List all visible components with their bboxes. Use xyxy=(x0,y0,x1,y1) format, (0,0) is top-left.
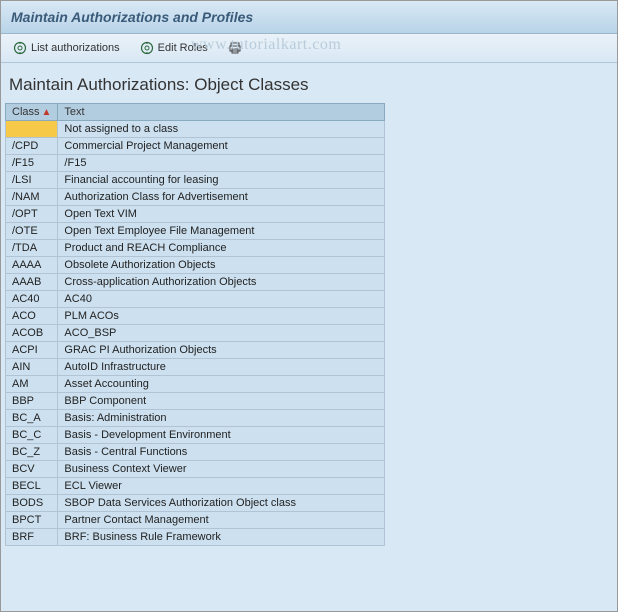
cell-class[interactable]: /OPT xyxy=(6,206,58,223)
toolbar-label: List authorizations xyxy=(31,42,120,54)
cell-text[interactable]: Open Text VIM xyxy=(58,206,385,223)
cell-class[interactable]: ACPI xyxy=(6,342,58,359)
table-row[interactable]: BRFBRF: Business Rule Framework xyxy=(6,529,385,546)
cell-text[interactable]: Cross-application Authorization Objects xyxy=(58,274,385,291)
cell-text[interactable]: Partner Contact Management xyxy=(58,512,385,529)
cell-class[interactable]: BPCT xyxy=(6,512,58,529)
cell-text[interactable]: PLM ACOs xyxy=(58,308,385,325)
table-row[interactable]: /OPTOpen Text VIM xyxy=(6,206,385,223)
title-bar: Maintain Authorizations and Profiles xyxy=(1,1,617,34)
execute-icon xyxy=(13,41,27,55)
app-window: Maintain Authorizations and Profiles Lis… xyxy=(0,0,618,612)
cell-class[interactable]: AM xyxy=(6,376,58,393)
table-row[interactable]: BPCTPartner Contact Management xyxy=(6,512,385,529)
table-row[interactable]: ACOBACO_BSP xyxy=(6,325,385,342)
cell-class[interactable]: BC_C xyxy=(6,427,58,444)
toolbar-label: Edit Roles xyxy=(158,42,208,54)
cell-class[interactable]: /OTE xyxy=(6,223,58,240)
cell-text[interactable]: AC40 xyxy=(58,291,385,308)
table-row[interactable]: /OTEOpen Text Employee File Management xyxy=(6,223,385,240)
table-row[interactable]: AC40AC40 xyxy=(6,291,385,308)
cell-text[interactable]: Authorization Class for Advertisement xyxy=(58,189,385,206)
cell-text[interactable]: AutoID Infrastructure xyxy=(58,359,385,376)
table-row[interactable]: /LSIFinancial accounting for leasing xyxy=(6,172,385,189)
cell-class[interactable]: /NAM xyxy=(6,189,58,206)
table-row[interactable]: BC_ABasis: Administration xyxy=(6,410,385,427)
table-row[interactable]: /TDAProduct and REACH Compliance xyxy=(6,240,385,257)
table-header-row: Class▲ Text xyxy=(6,104,385,121)
table-row[interactable]: BODSSBOP Data Services Authorization Obj… xyxy=(6,495,385,512)
cell-class[interactable]: /CPD xyxy=(6,138,58,155)
cell-class[interactable]: AIN xyxy=(6,359,58,376)
list-authorizations-button[interactable]: List authorizations xyxy=(7,38,126,58)
cell-text[interactable]: Business Context Viewer xyxy=(58,461,385,478)
cell-text[interactable]: Basis - Central Functions xyxy=(58,444,385,461)
cell-class[interactable]: BC_A xyxy=(6,410,58,427)
window-title: Maintain Authorizations and Profiles xyxy=(11,9,253,25)
cell-text[interactable]: Financial accounting for leasing xyxy=(58,172,385,189)
cell-text[interactable]: SBOP Data Services Authorization Object … xyxy=(58,495,385,512)
cell-text[interactable]: Open Text Employee File Management xyxy=(58,223,385,240)
table-row[interactable]: /F15/F15 xyxy=(6,155,385,172)
column-header-text[interactable]: Text xyxy=(58,104,385,121)
page-subtitle: Maintain Authorizations: Object Classes xyxy=(5,69,613,103)
cell-class[interactable]: BCV xyxy=(6,461,58,478)
cell-class[interactable]: BRF xyxy=(6,529,58,546)
cell-text[interactable]: BRF: Business Rule Framework xyxy=(58,529,385,546)
cell-text[interactable]: ACO_BSP xyxy=(58,325,385,342)
cell-class[interactable]: BBP xyxy=(6,393,58,410)
execute-icon xyxy=(140,41,154,55)
object-classes-table[interactable]: Class▲ Text Not assigned to a class/CPDC… xyxy=(5,103,385,546)
cell-class[interactable]: ACOB xyxy=(6,325,58,342)
cell-text[interactable]: Commercial Project Management xyxy=(58,138,385,155)
cell-text[interactable]: Obsolete Authorization Objects xyxy=(58,257,385,274)
table-row[interactable]: /NAMAuthorization Class for Advertisemen… xyxy=(6,189,385,206)
table-row[interactable]: BBPBBP Component xyxy=(6,393,385,410)
cell-class[interactable]: BODS xyxy=(6,495,58,512)
cell-class[interactable]: /LSI xyxy=(6,172,58,189)
table-row[interactable]: BECLECL Viewer xyxy=(6,478,385,495)
table-row[interactable]: AMAsset Accounting xyxy=(6,376,385,393)
cell-text[interactable]: Basis - Development Environment xyxy=(58,427,385,444)
table-row[interactable]: ACPIGRAC PI Authorization Objects xyxy=(6,342,385,359)
print-button[interactable] xyxy=(222,38,248,58)
cell-text[interactable]: GRAC PI Authorization Objects xyxy=(58,342,385,359)
cell-text[interactable]: /F15 xyxy=(58,155,385,172)
cell-class[interactable]: BECL xyxy=(6,478,58,495)
table-row[interactable]: AAABCross-application Authorization Obje… xyxy=(6,274,385,291)
cell-class[interactable]: AAAB xyxy=(6,274,58,291)
cell-text[interactable]: Product and REACH Compliance xyxy=(58,240,385,257)
cell-text[interactable]: ECL Viewer xyxy=(58,478,385,495)
cell-class[interactable]: /F15 xyxy=(6,155,58,172)
table-row[interactable]: /CPDCommercial Project Management xyxy=(6,138,385,155)
edit-roles-button[interactable]: Edit Roles xyxy=(134,38,214,58)
cell-class[interactable]: ACO xyxy=(6,308,58,325)
cell-text[interactable]: Not assigned to a class xyxy=(58,121,385,138)
cell-text[interactable]: Basis: Administration xyxy=(58,410,385,427)
cell-class[interactable]: BC_Z xyxy=(6,444,58,461)
table-row[interactable]: AAAAObsolete Authorization Objects xyxy=(6,257,385,274)
column-header-class[interactable]: Class▲ xyxy=(6,104,58,121)
table-row[interactable]: AINAutoID Infrastructure xyxy=(6,359,385,376)
table-row[interactable]: Not assigned to a class xyxy=(6,121,385,138)
print-icon xyxy=(228,41,242,55)
toolbar: List authorizations Edit Roles www.tutor… xyxy=(1,34,617,63)
table-body: Not assigned to a class/CPDCommercial Pr… xyxy=(6,121,385,546)
table-row[interactable]: ACOPLM ACOs xyxy=(6,308,385,325)
table-row[interactable]: BC_CBasis - Development Environment xyxy=(6,427,385,444)
cell-text[interactable]: Asset Accounting xyxy=(58,376,385,393)
cell-text[interactable]: BBP Component xyxy=(58,393,385,410)
table-row[interactable]: BC_ZBasis - Central Functions xyxy=(6,444,385,461)
cell-class[interactable]: AC40 xyxy=(6,291,58,308)
sort-ascending-icon: ▲ xyxy=(42,107,52,118)
cell-class[interactable] xyxy=(6,121,58,138)
content-area: Maintain Authorizations: Object Classes … xyxy=(1,63,617,611)
cell-class[interactable]: AAAA xyxy=(6,257,58,274)
cell-class[interactable]: /TDA xyxy=(6,240,58,257)
table-row[interactable]: BCVBusiness Context Viewer xyxy=(6,461,385,478)
